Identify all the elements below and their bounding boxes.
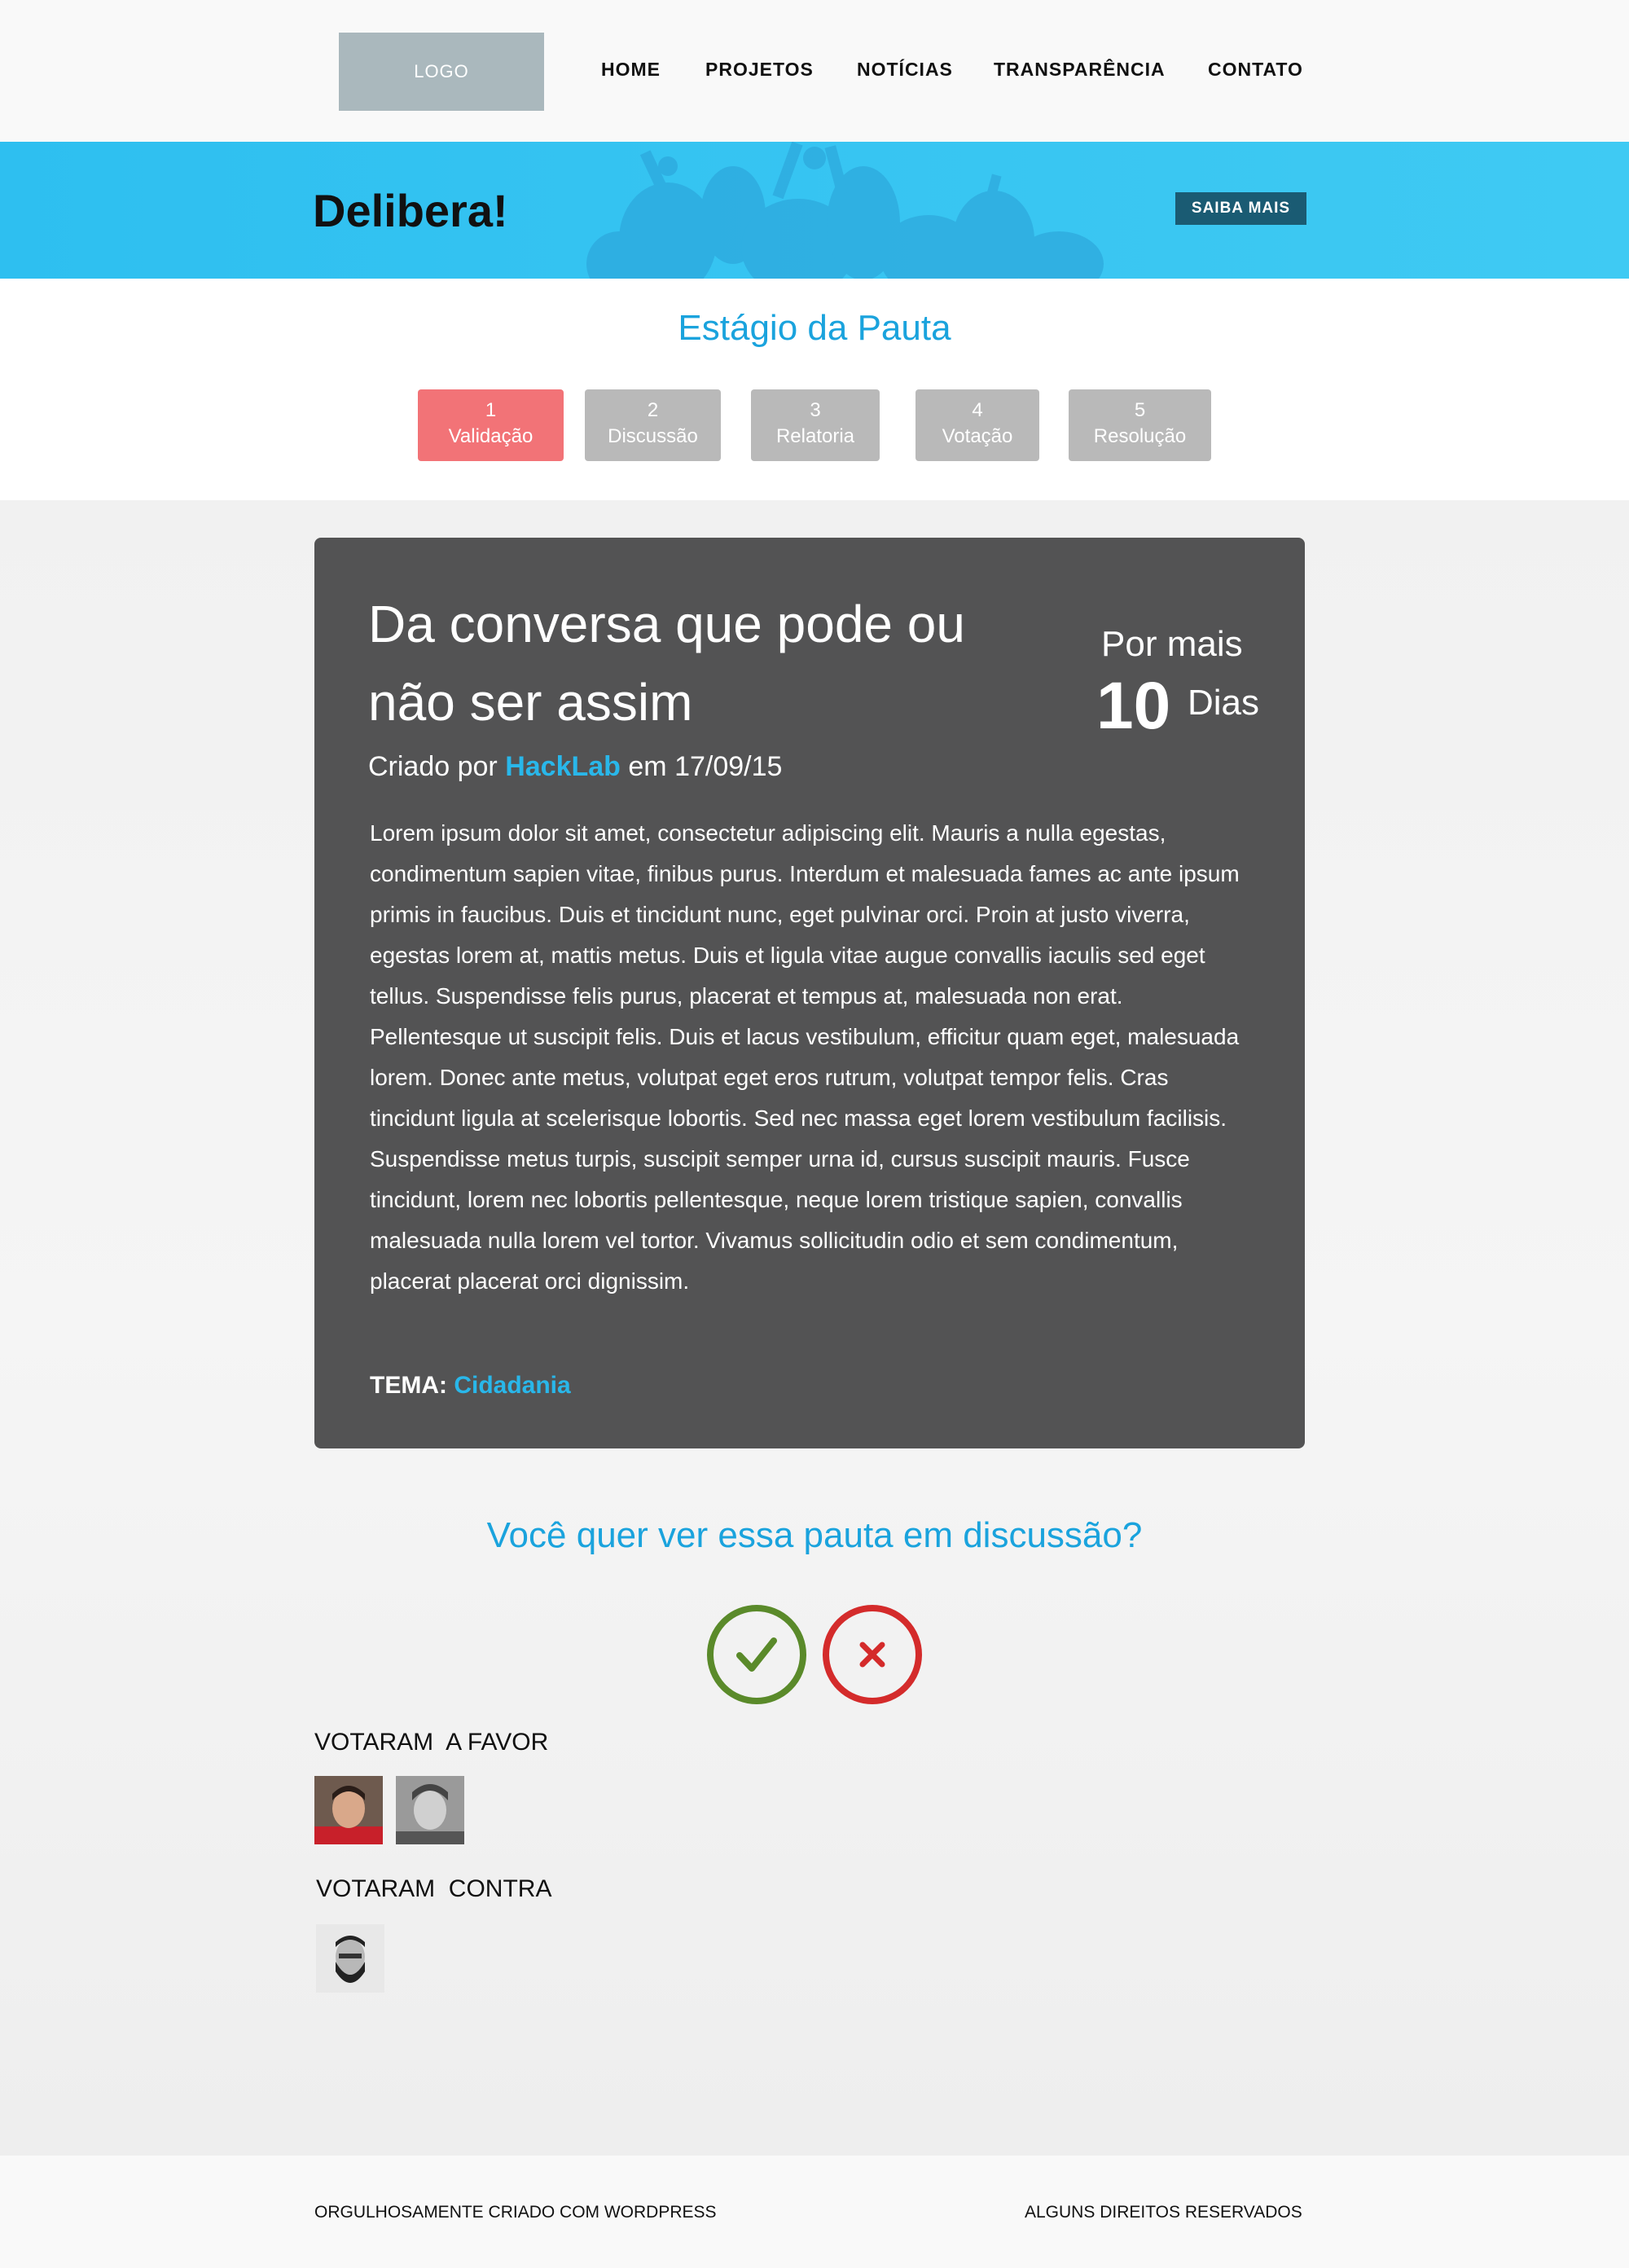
stage-votacao[interactable]: 4 Votação — [915, 389, 1039, 461]
created-prefix: Criado por — [368, 751, 498, 782]
nav-home[interactable]: HOME — [601, 59, 661, 81]
stage-validacao[interactable]: 1 Validação — [418, 389, 564, 461]
avatar-image — [316, 1924, 384, 1993]
stage-number: 1 — [485, 399, 497, 421]
proposal-body: Lorem ipsum dolor sit amet, consectetur … — [370, 820, 1240, 1294]
avatar-image — [314, 1776, 383, 1844]
avatar-image — [396, 1776, 464, 1844]
top-bar: LOGO HOME PROJETOS NOTÍCIAS TRANSPARÊNCI… — [0, 0, 1629, 142]
x-icon — [859, 1642, 885, 1668]
nav-projetos[interactable]: PROJETOS — [705, 59, 814, 81]
crowd-illustration — [586, 142, 1104, 279]
avatar[interactable] — [396, 1776, 464, 1844]
nav-noticias[interactable]: NOTÍCIAS — [857, 59, 953, 81]
stage-number: 3 — [810, 399, 821, 421]
tema-link[interactable]: Cidadania — [454, 1372, 570, 1399]
stage-label: Votação — [942, 425, 1013, 447]
proposal-title: Da conversa que pode ou não ser assim — [368, 595, 965, 732]
saiba-mais-button[interactable]: SAIBA MAIS — [1175, 192, 1306, 225]
counter-label: Por mais — [1101, 624, 1243, 664]
stage-label: Discussão — [608, 425, 698, 447]
avatar[interactable] — [314, 1776, 383, 1844]
stage-number: 5 — [1134, 399, 1146, 421]
footer-rights: ALGUNS DIREITOS RESERVADOS — [1025, 2203, 1302, 2222]
stages-section: Estágio da Pauta 1 Validação 2 Discussão… — [0, 279, 1629, 500]
author-link[interactable]: HackLab — [505, 751, 621, 782]
vote-no-button[interactable] — [823, 1605, 922, 1704]
counter-unit: Dias — [1188, 683, 1260, 723]
avatar[interactable] — [316, 1924, 384, 1993]
stages-heading: Estágio da Pauta — [678, 308, 951, 348]
tema-line: TEMA: Cidadania — [370, 1372, 571, 1400]
stage-label: Relatoria — [775, 425, 855, 447]
nav-transparencia[interactable]: TRANSPARÊNCIA — [994, 59, 1166, 81]
nav-contato[interactable]: CONTATO — [1208, 59, 1303, 81]
page-title: Delibera! — [313, 185, 508, 236]
created-date: em 17/09/15 — [628, 751, 783, 782]
voters-contra-title: VOTARAM CONTRA — [316, 1875, 552, 1902]
counter-value: 10 — [1096, 669, 1171, 743]
vote-question: Você quer ver essa pauta em discussão? — [486, 1515, 1143, 1555]
stage-label: Resolução — [1093, 425, 1187, 447]
vote-yes-button[interactable] — [707, 1605, 806, 1704]
logo[interactable]: LOGO — [339, 33, 544, 111]
tema-label: TEMA: — [370, 1372, 447, 1399]
created-by: Criado por HackLab em 17/09/15 — [368, 751, 782, 783]
stage-number: 2 — [647, 399, 659, 421]
stage-resolucao[interactable]: 5 Resolução — [1069, 389, 1211, 461]
stage-relatoria[interactable]: 3 Relatoria — [751, 389, 880, 461]
footer: ORGULHOSAMENTE CRIADO COM WORDPRESS ALGU… — [0, 2156, 1629, 2268]
footer-credit: ORGULHOSAMENTE CRIADO COM WORDPRESS — [314, 2203, 717, 2222]
proposal-card: Da conversa que pode ou não ser assim Po… — [314, 538, 1305, 1448]
voters-favor-title: VOTARAM A FAVOR — [314, 1729, 549, 1756]
check-icon — [736, 1637, 777, 1672]
page: LOGO HOME PROJETOS NOTÍCIAS TRANSPARÊNCI… — [0, 0, 1629, 2268]
stage-label: Validação — [448, 425, 533, 447]
hero-banner: Delibera! SAIBA MAIS — [0, 142, 1629, 279]
stage-number: 4 — [972, 399, 983, 421]
stage-discussao[interactable]: 2 Discussão — [585, 389, 721, 461]
